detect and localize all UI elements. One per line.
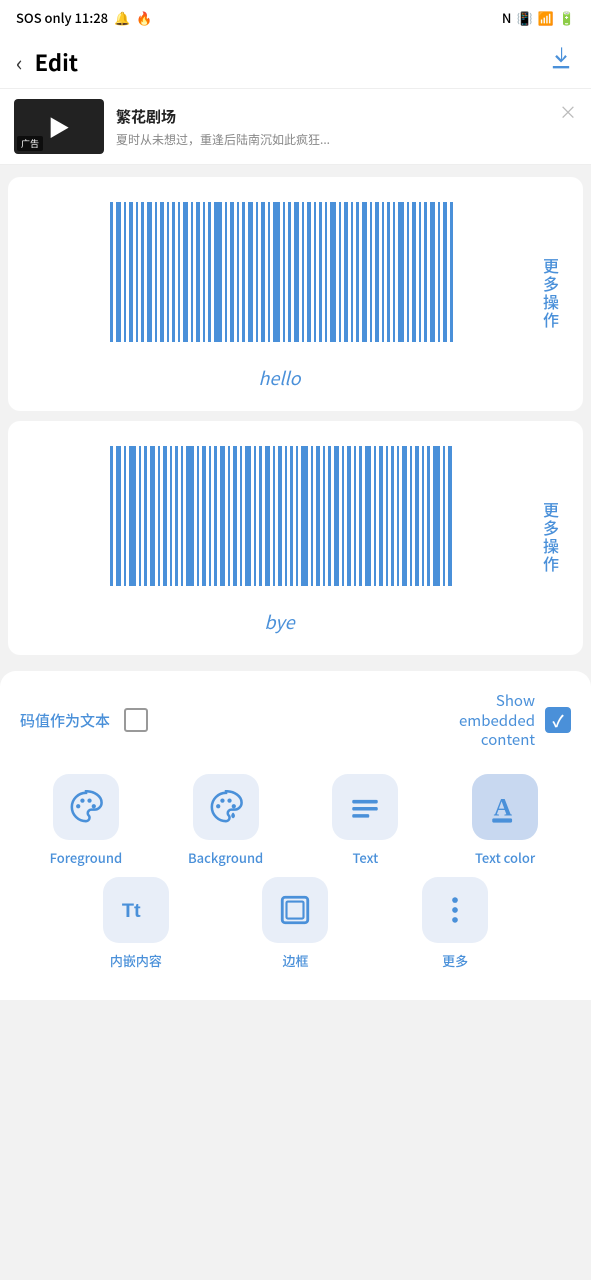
main-content: hello 更多操作 [0,165,591,667]
bottom-sheet: 码值作为文本 Showembeddedcontent ✓ Foregro [0,671,591,1000]
barcode-svg-2 [100,441,460,601]
ad-label: 广告 [17,136,43,151]
tt-icon: Tt [119,893,153,927]
barcode-svg-1 [100,197,460,357]
download-button[interactable] [547,45,575,78]
tool-foreground[interactable]: Foreground [20,774,152,867]
battery-icon: 🔋 [559,8,575,27]
ad-banner: ▶ 广告 繁花剧场 夏时从未想过，重逢后陆南沉如此疯狂... × [0,89,591,165]
palette2-icon [209,790,243,824]
status-left: SOS only 11:28 🔔 🔥 [16,8,152,27]
wifi-icon: 📶 [538,8,554,27]
header: ‹ Edit [0,35,591,89]
barcode-card-1: hello 更多操作 [8,177,583,411]
tool-embedded[interactable]: Tt 内嵌内容 [60,877,212,970]
page-title: Edit [35,46,78,78]
tool-more[interactable]: 更多 [379,877,531,970]
tools-grid: Foreground Background [20,774,571,867]
code-as-text-checkbox[interactable] [124,708,148,732]
text-color-icon-box: A [472,774,538,840]
ad-text: 繁花剧场 夏时从未想过，重逢后陆南沉如此疯狂... [116,106,577,148]
text-align-icon [348,790,382,824]
tool-border[interactable]: 边框 [220,877,372,970]
options-row: 码值作为文本 Showembeddedcontent ✓ [20,691,571,750]
status-bar: SOS only 11:28 🔔 🔥 N 📳 📶 🔋 [0,0,591,35]
more-label: 更多 [442,951,468,970]
embedded-icon-box: Tt [103,877,169,943]
text-label: Text [352,848,378,867]
ad-close-button[interactable]: × [559,99,577,125]
border-icon-box [262,877,328,943]
svg-text:A: A [494,792,513,821]
embedded-label-text: 内嵌内容 [110,951,162,970]
barcode-label-1: hello [258,365,300,391]
border-label: 边框 [282,951,308,970]
border-icon [278,893,312,927]
font-color-icon: A [488,790,522,824]
barcode-label-2: bye [264,609,294,635]
dots-icon [438,893,472,927]
status-right: N 📳 📶 🔋 [502,8,575,27]
tool-text-color[interactable]: A Text color [439,774,571,867]
background-icon-box [193,774,259,840]
more-icon-box [422,877,488,943]
text-icon-box [332,774,398,840]
status-text: SOS only 11:28 [16,8,108,27]
tools-grid-2: Tt 内嵌内容 边框 [20,877,571,970]
barcode-card-2: bye 更多操作 [8,421,583,655]
play-icon: ▶ [48,111,70,143]
ad-title: 繁花剧场 [116,106,577,127]
palette-icon [69,790,103,824]
vibrate-icon: 📳 [516,8,532,27]
back-button[interactable]: ‹ [16,46,23,78]
tool-background[interactable]: Background [160,774,292,867]
show-embedded-checkbox[interactable]: ✓ [545,707,571,733]
show-embedded-label: Showembeddedcontent [459,691,535,750]
flame-icon: 🔥 [136,8,152,27]
ad-thumbnail: ▶ 广告 [14,99,104,154]
barcode-area-2: bye [24,441,535,635]
more-actions-2[interactable]: 更多操作 [535,494,567,582]
checkmark-icon: ✓ [552,708,564,732]
foreground-icon-box [53,774,119,840]
more-actions-1[interactable]: 更多操作 [535,250,567,338]
svg-text:Tt: Tt [122,900,141,922]
code-as-text-label: 码值作为文本 [20,710,110,731]
background-label: Background [188,848,263,867]
foreground-label: Foreground [50,848,123,867]
ad-subtitle: 夏时从未想过，重逢后陆南沉如此疯狂... [116,131,416,148]
bell-icon: 🔔 [114,8,130,27]
barcode-area-1: hello [24,197,535,391]
tool-text[interactable]: Text [300,774,432,867]
nfc-icon: N [502,8,512,27]
text-color-label: Text color [475,848,535,867]
